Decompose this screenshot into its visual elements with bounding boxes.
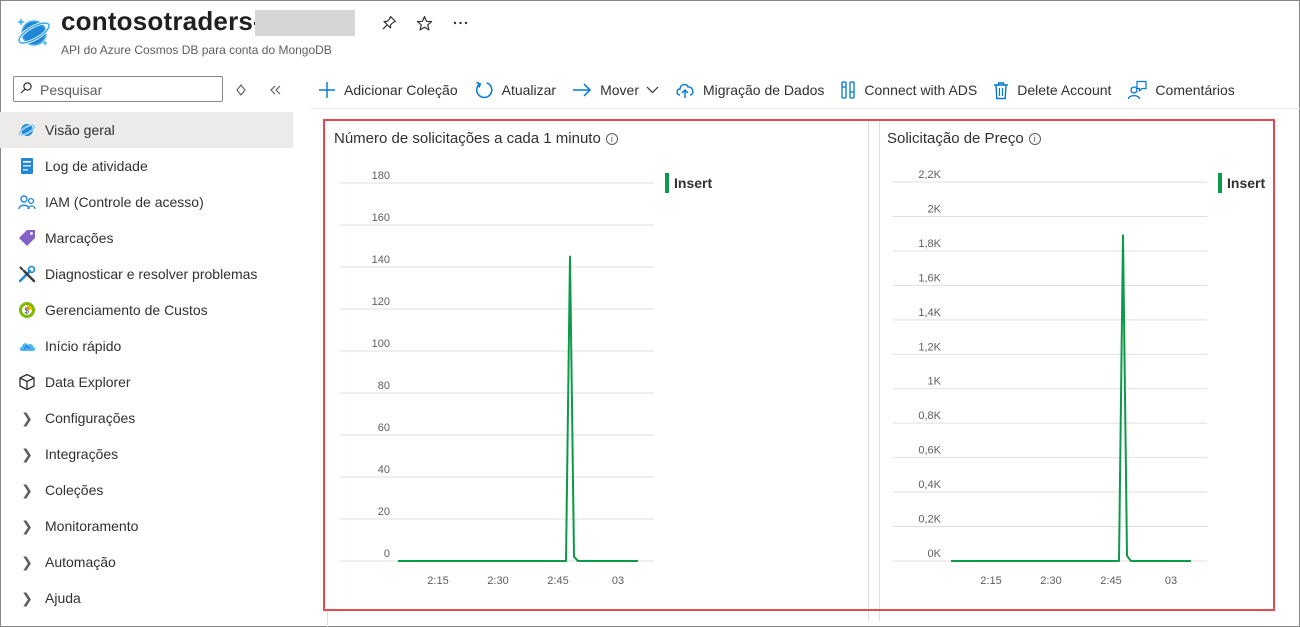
page-subtitle: API do Azure Cosmos DB para conta do Mon… [61, 43, 332, 57]
refresh-label: Atualizar [501, 82, 557, 98]
sidebar-item-diagnose[interactable]: Diagnosticar e resolver problemas [0, 256, 293, 292]
sidebar-nav: Visão geral Log de atividade IAM (Contro… [0, 112, 293, 616]
log-icon [18, 157, 36, 175]
plus-icon [318, 81, 336, 99]
data-migration-button[interactable]: Migração de Dados [675, 81, 824, 99]
toolbar-divider [310, 108, 1300, 109]
command-bar: Adicionar Coleção Atualizar Mover Migraç… [318, 76, 1251, 104]
sidebar-item-label: Visão geral [45, 122, 115, 138]
sidebar-item-label: Início rápido [45, 338, 122, 354]
chevron-right-icon: ❯ [21, 481, 33, 498]
delete-account-button[interactable]: Delete Account [993, 81, 1111, 100]
connect-ads-button[interactable]: Connect with ADS [840, 80, 977, 100]
sidebar-item-label: Log de atividade [45, 158, 148, 174]
sort-toggle-icon[interactable] [236, 84, 246, 96]
sidebar-item-data-explorer[interactable]: Data Explorer [0, 364, 293, 400]
sidebar-item-label: IAM (Controle de acesso) [45, 194, 204, 210]
chevron-right-icon: ❯ [21, 553, 33, 570]
panel-edge [327, 611, 328, 627]
trash-icon [993, 81, 1009, 100]
sidebar-item-integrations[interactable]: ❯ Integrações [0, 436, 293, 472]
sidebar-item-collections[interactable]: ❯ Coleções [0, 472, 293, 508]
connect-ads-label: Connect with ADS [864, 82, 978, 98]
sidebar-item-label: Diagnosticar e resolver problemas [45, 266, 258, 282]
cosmos-icon [18, 121, 36, 139]
cosmos-db-logo-icon [17, 18, 51, 46]
move-label: Mover [600, 82, 639, 98]
sidebar-item-cost[interactable]: $ Gerenciamento de Custos [0, 292, 293, 328]
redacted-name [255, 10, 355, 36]
search-input[interactable]: Pesquisar [13, 76, 223, 102]
sidebar-item-label: Ajuda [45, 590, 81, 606]
sidebar-item-label: Integrações [45, 446, 119, 462]
pin-icon[interactable] [381, 15, 397, 31]
sidebar-item-label: Data Explorer [45, 374, 131, 390]
sidebar-item-help[interactable]: ❯ Ajuda [0, 580, 293, 616]
cost-icon: $ [18, 301, 36, 319]
delete-account-label: Delete Account [1017, 82, 1112, 98]
more-icon[interactable] [453, 21, 468, 25]
cloud-upload-icon [675, 81, 695, 99]
search-icon [20, 82, 32, 94]
sidebar-item-settings[interactable]: ❯ Configurações [0, 400, 293, 436]
sidebar-item-iam[interactable]: IAM (Controle de acesso) [0, 184, 293, 220]
feedback-button[interactable]: Comentários [1127, 80, 1235, 100]
chevron-right-icon: ❯ [21, 517, 33, 534]
wrench-icon [18, 265, 36, 283]
sidebar-item-automation[interactable]: ❯ Automação [0, 544, 293, 580]
sidebar-item-tags[interactable]: Marcações [0, 220, 293, 256]
sidebar-item-overview[interactable]: Visão geral [0, 112, 293, 148]
arrow-right-icon [572, 83, 592, 97]
feedback-label: Comentários [1155, 82, 1235, 98]
iam-icon [18, 193, 36, 211]
search-placeholder: Pesquisar [40, 82, 103, 98]
feedback-icon [1127, 80, 1148, 100]
move-button[interactable]: Mover [572, 82, 659, 98]
chevron-right-icon: ❯ [21, 409, 33, 426]
refresh-icon [474, 80, 494, 100]
chevron-down-icon [646, 86, 659, 94]
page-header: contosotraders- API do Azure Cosmos DB p… [0, 0, 1300, 70]
collapse-sidebar-icon[interactable] [269, 84, 281, 96]
tag-icon [18, 229, 36, 247]
sidebar-item-quickstart[interactable]: Início rápido [0, 328, 293, 364]
ads-icon [840, 80, 856, 100]
sidebar-item-label: Monitoramento [45, 518, 139, 534]
refresh-button[interactable]: Atualizar [474, 80, 556, 100]
sidebar-item-label: Marcações [45, 230, 114, 246]
sidebar-item-label: Automação [45, 554, 116, 570]
sidebar-item-label: Configurações [45, 410, 136, 426]
sidebar-item-label: Coleções [45, 482, 104, 498]
page-title: contosotraders- [61, 6, 262, 36]
chevron-right-icon: ❯ [21, 445, 33, 462]
sidebar-item-label: Gerenciamento de Custos [45, 302, 208, 318]
svg-text:$: $ [25, 307, 30, 316]
add-collection-label: Adicionar Coleção [344, 82, 458, 98]
sidebar-item-activity-log[interactable]: Log de atividade [0, 148, 293, 184]
highlight-box [323, 119, 1275, 611]
cube-icon [18, 373, 36, 391]
chevron-right-icon: ❯ [21, 589, 33, 606]
data-migration-label: Migração de Dados [703, 82, 825, 98]
sidebar-item-monitoring[interactable]: ❯ Monitoramento [0, 508, 293, 544]
cloud-icon [18, 337, 36, 355]
add-collection-button[interactable]: Adicionar Coleção [318, 81, 458, 99]
star-icon[interactable] [416, 15, 433, 32]
